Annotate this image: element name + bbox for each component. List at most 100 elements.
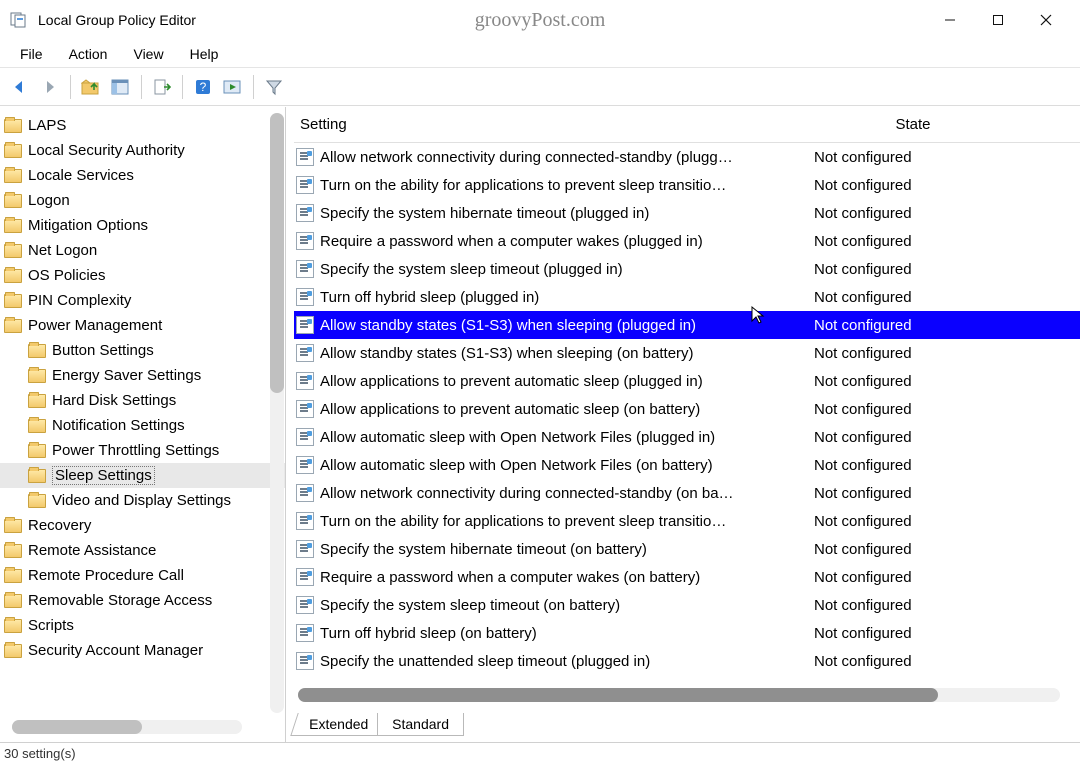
menu-view[interactable]: View (121, 43, 175, 65)
setting-row[interactable]: Turn on the ability for applications to … (294, 171, 1080, 199)
tree-item[interactable]: Scripts (0, 613, 285, 638)
setting-row[interactable]: Specify the system hibernate timeout (on… (294, 535, 1080, 563)
setting-row[interactable]: Allow network connectivity during connec… (294, 479, 1080, 507)
policy-icon (296, 568, 314, 586)
folder-icon (4, 544, 22, 558)
tree-item[interactable]: OS Policies (0, 263, 285, 288)
tree-horizontal-scrollbar[interactable] (12, 720, 242, 734)
window-title: Local Group Policy Editor (38, 12, 196, 28)
tree-item[interactable]: Locale Services (0, 163, 285, 188)
setting-row[interactable]: Turn off hybrid sleep (plugged in)Not co… (294, 283, 1080, 311)
setting-row[interactable]: Allow automatic sleep with Open Network … (294, 451, 1080, 479)
setting-row[interactable]: Allow applications to prevent automatic … (294, 367, 1080, 395)
tree-item[interactable]: Removable Storage Access (0, 588, 285, 613)
menu-help[interactable]: Help (178, 43, 231, 65)
setting-row[interactable]: Specify the system sleep timeout (on bat… (294, 591, 1080, 619)
up-level-button[interactable] (77, 73, 105, 101)
minimize-button[interactable] (926, 0, 974, 40)
setting-row[interactable]: Allow standby states (S1-S3) when sleepi… (294, 311, 1080, 339)
setting-row[interactable]: Allow standby states (S1-S3) when sleepi… (294, 339, 1080, 367)
setting-state: Not configured (808, 401, 912, 418)
setting-name: Allow automatic sleep with Open Network … (320, 429, 808, 446)
setting-name: Specify the system sleep timeout (on bat… (320, 597, 808, 614)
tree-item[interactable]: Hard Disk Settings (0, 388, 285, 413)
export-list-button[interactable] (148, 73, 176, 101)
folder-icon (4, 594, 22, 608)
setting-state: Not configured (808, 541, 912, 558)
setting-row[interactable]: Turn on the ability for applications to … (294, 507, 1080, 535)
tree-item-label: Notification Settings (52, 417, 185, 434)
tree-item[interactable]: Button Settings (0, 338, 285, 363)
tree-item[interactable]: Local Security Authority (0, 138, 285, 163)
filter-button[interactable] (260, 73, 288, 101)
setting-state: Not configured (808, 625, 912, 642)
show-hide-tree-button[interactable] (107, 73, 135, 101)
setting-row[interactable]: Allow network connectivity during connec… (294, 143, 1080, 171)
tree-item[interactable]: Net Logon (0, 238, 285, 263)
setting-name: Require a password when a computer wakes… (320, 233, 808, 250)
tree-item[interactable]: Remote Procedure Call (0, 563, 285, 588)
folder-icon (4, 244, 22, 258)
column-setting[interactable]: Setting (294, 116, 806, 133)
setting-name: Allow network connectivity during connec… (320, 485, 808, 502)
forward-button[interactable] (36, 73, 64, 101)
setting-name: Specify the unattended sleep timeout (pl… (320, 653, 808, 670)
content-pane: Setting State Allow network connectivity… (286, 107, 1080, 742)
tree-item[interactable]: Power Throttling Settings (0, 438, 285, 463)
setting-row[interactable]: Require a password when a computer wakes… (294, 227, 1080, 255)
policy-icon (296, 316, 314, 334)
tree-item[interactable]: Notification Settings (0, 413, 285, 438)
setting-row[interactable]: Specify the system hibernate timeout (pl… (294, 199, 1080, 227)
help-button[interactable]: ? (189, 73, 217, 101)
tree-item[interactable]: Sleep Settings (0, 463, 285, 488)
tree-item[interactable]: Power Management (0, 313, 285, 338)
tree-item[interactable]: Mitigation Options (0, 213, 285, 238)
folder-icon (28, 494, 46, 508)
setting-state: Not configured (808, 317, 912, 334)
maximize-button[interactable] (974, 0, 1022, 40)
tree-vertical-scrollbar[interactable] (270, 113, 284, 713)
policy-icon (296, 512, 314, 530)
setting-row[interactable]: Specify the system sleep timeout (plugge… (294, 255, 1080, 283)
tree-item[interactable]: LAPS (0, 113, 285, 138)
tab-standard[interactable]: Standard (377, 713, 464, 736)
folder-icon (28, 469, 46, 483)
setting-row[interactable]: Turn off hybrid sleep (on battery)Not co… (294, 619, 1080, 647)
setting-row[interactable]: Require a password when a computer wakes… (294, 563, 1080, 591)
setting-row[interactable]: Specify the unattended sleep timeout (pl… (294, 647, 1080, 675)
setting-row[interactable]: Allow applications to prevent automatic … (294, 395, 1080, 423)
setting-name: Specify the system hibernate timeout (pl… (320, 205, 808, 222)
column-state[interactable]: State (806, 116, 1080, 133)
menu-action[interactable]: Action (57, 43, 120, 65)
tab-extended[interactable]: Extended (290, 713, 387, 736)
main-pane: LAPSLocal Security AuthorityLocale Servi… (0, 106, 1080, 742)
tree-item[interactable]: Recovery (0, 513, 285, 538)
setting-state: Not configured (808, 485, 912, 502)
tree-item[interactable]: Video and Display Settings (0, 488, 285, 513)
setting-state: Not configured (808, 177, 912, 194)
view-tabs: Extended Standard (294, 713, 464, 736)
folder-icon (28, 419, 46, 433)
tree-item-label: OS Policies (28, 267, 106, 284)
folder-icon (4, 219, 22, 233)
tree-item[interactable]: Logon (0, 188, 285, 213)
tree-item-label: Security Account Manager (28, 642, 203, 659)
tree-item[interactable]: Remote Assistance (0, 538, 285, 563)
play-button[interactable] (219, 73, 247, 101)
setting-state: Not configured (808, 569, 912, 586)
tree-item[interactable]: PIN Complexity (0, 288, 285, 313)
setting-state: Not configured (808, 233, 912, 250)
setting-name: Allow network connectivity during connec… (320, 149, 808, 166)
menu-file[interactable]: File (8, 43, 55, 65)
tree-item-label: Energy Saver Settings (52, 367, 201, 384)
tree-item[interactable]: Security Account Manager (0, 638, 285, 663)
toolbar-separator (253, 75, 254, 99)
setting-row[interactable]: Allow automatic sleep with Open Network … (294, 423, 1080, 451)
folder-icon (28, 444, 46, 458)
content-horizontal-scrollbar[interactable] (298, 688, 1060, 702)
close-button[interactable] (1022, 0, 1070, 40)
policy-icon (296, 456, 314, 474)
setting-name: Allow standby states (S1-S3) when sleepi… (320, 345, 808, 362)
back-button[interactable] (6, 73, 34, 101)
tree-item[interactable]: Energy Saver Settings (0, 363, 285, 388)
